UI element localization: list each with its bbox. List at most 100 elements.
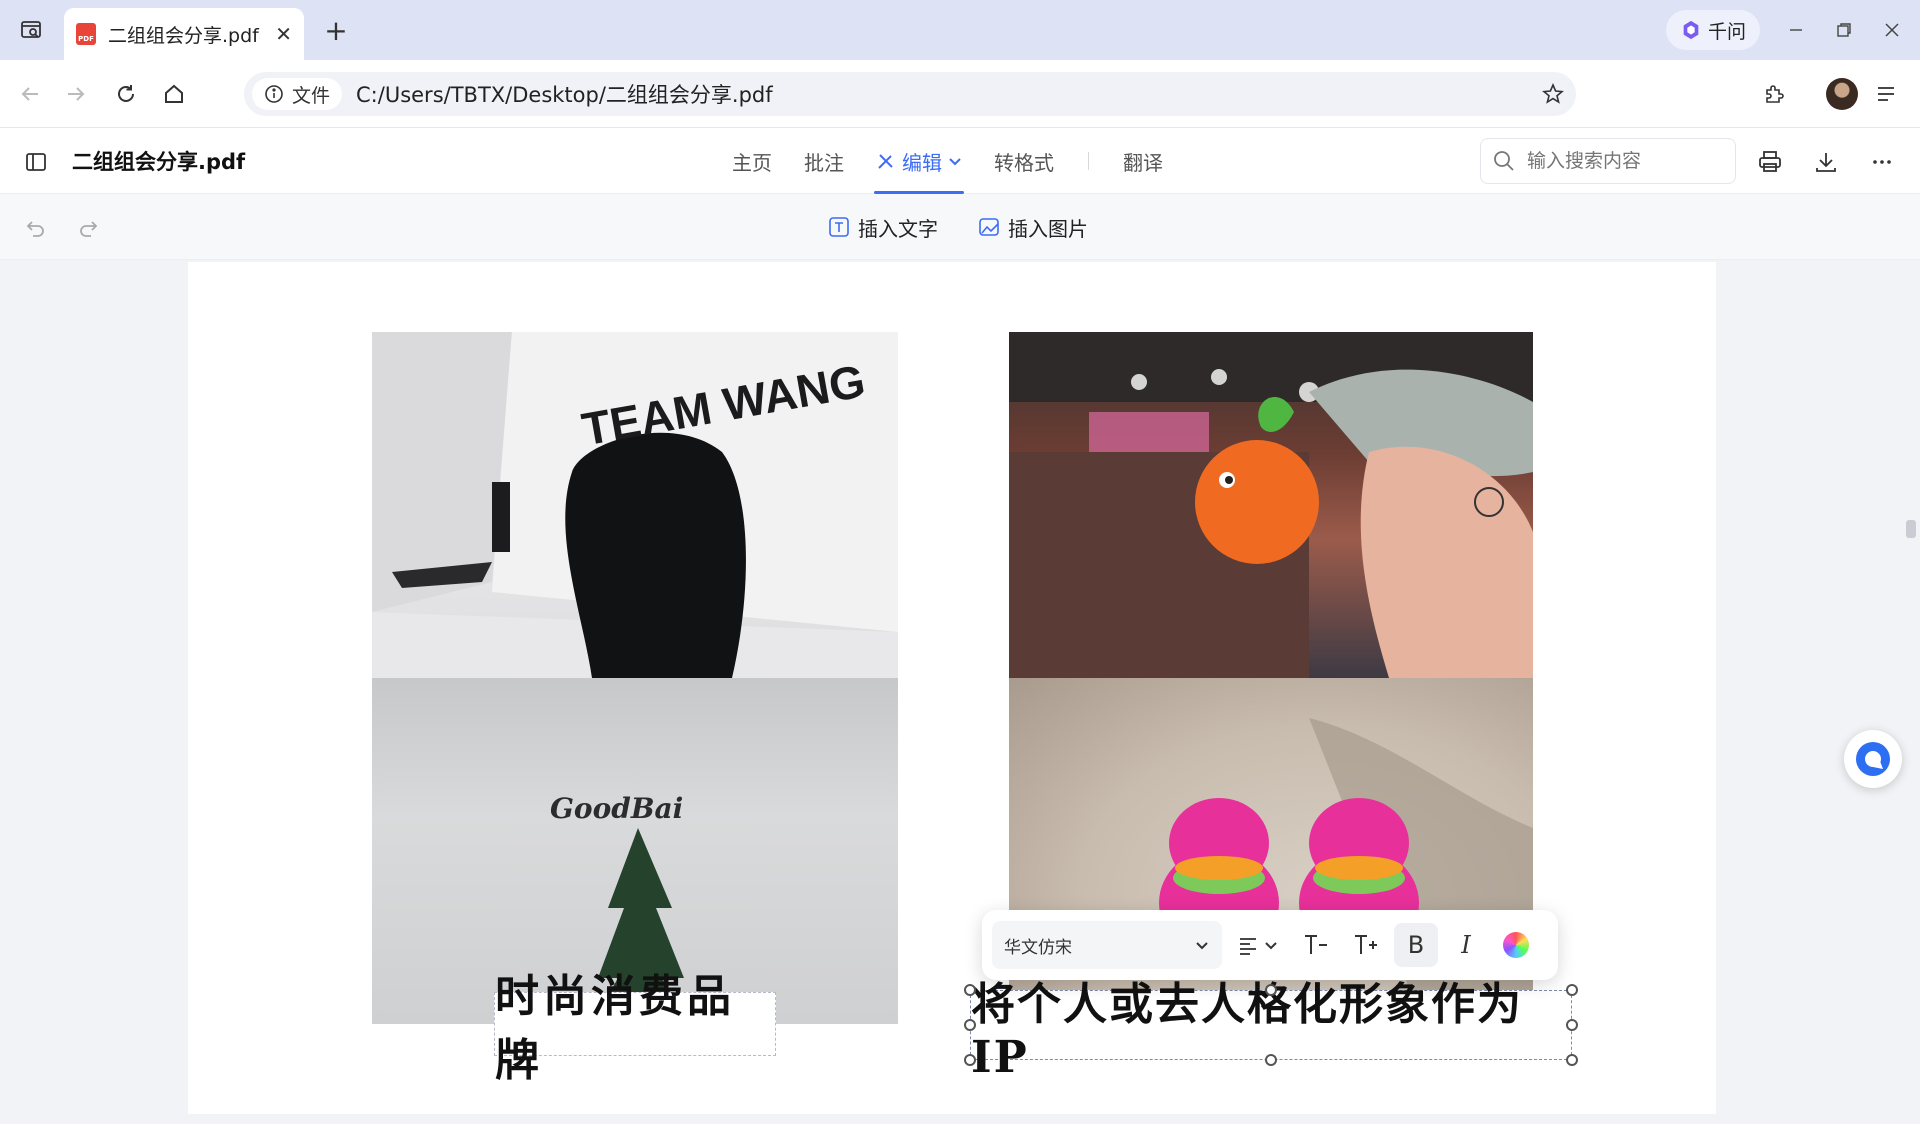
puzzle-icon [1766,85,1784,103]
minimize-icon [1790,29,1802,31]
tab-home-label: 主页 [732,150,772,175]
photo-team-wang[interactable]: TEAM WANG [372,332,898,678]
edit-subtoolbar: 插入文字 插入图片 [0,194,1920,260]
tab-convert-label: 转格式 [994,150,1054,175]
assistant-chat-icon [1856,742,1890,776]
url-text[interactable]: C:/Users/TBTX/Desktop/二组组会分享.pdf [356,79,1538,109]
info-icon [265,85,283,103]
resize-handle-top-right[interactable] [1566,984,1578,996]
more-dots-icon [1873,160,1891,164]
insert-text-button[interactable]: 插入文字 [828,210,938,244]
download-icon [1816,153,1836,172]
extensions-button[interactable] [1756,76,1792,112]
text-color-button[interactable] [1494,923,1538,967]
photo-concert-selfie[interactable] [1009,332,1533,678]
document-canvas[interactable]: TEAM WANG GoodBai 时尚消费品 将个人或去人格化形象作为IP 华… [0,260,1920,1124]
edit-tools-icon [878,154,893,169]
pdf-viewer-toolbar: 二组组会分享.pdf 主页 批注 编辑 转格式 翻译 [0,128,1920,194]
tab-search-icon [21,21,41,38]
tab-convert[interactable]: 转格式 [978,128,1070,194]
page-scrollbar-thumb[interactable] [1906,520,1916,538]
photo-concert-art [1009,332,1533,678]
download-button[interactable] [1808,144,1844,180]
resize-handle-bottom-left[interactable] [964,1054,976,1066]
qianwen-button[interactable]: 千问 [1666,10,1760,50]
resize-handle-bottom-right[interactable] [1566,1054,1578,1066]
active-tab[interactable]: PDF 二组组会分享.pdf ✕ [64,8,304,60]
printer-icon [1759,151,1781,172]
bold-button[interactable]: B [1394,923,1438,967]
sidebar-toggle-button[interactable] [18,144,54,180]
image-icon [979,218,999,236]
bookmark-button[interactable] [1538,79,1568,109]
profile-avatar[interactable] [1826,78,1858,110]
restore-icon [1837,23,1851,37]
minimize-button[interactable] [1780,14,1812,46]
resize-handle-right[interactable] [1566,1019,1578,1031]
text-box-ip-selected[interactable]: 将个人或去人格化形象作为IP [970,979,1572,1083]
text-align-dropdown[interactable] [1228,923,1288,967]
new-tab-button[interactable]: + [318,12,354,48]
more-options-button[interactable] [1864,144,1900,180]
undo-icon [26,221,44,237]
text-box-fashion-brand[interactable]: 时尚消费品牌 [494,971,776,1086]
font-size-decrease-icon [1305,935,1327,954]
reload-icon [118,85,134,102]
sidebar-icon [26,153,46,171]
decrease-font-size-button[interactable] [1294,923,1338,967]
align-left-icon [1240,938,1256,955]
redo-button[interactable] [72,212,104,244]
tab-search-button[interactable] [10,10,52,50]
browser-menu-button[interactable] [1868,76,1904,112]
italic-button[interactable]: I [1444,923,1488,967]
reload-button[interactable] [108,76,144,112]
ai-assistant-bubble[interactable] [1844,730,1902,788]
pdf-file-icon: PDF [76,23,96,45]
tab-annotate[interactable]: 批注 [788,128,860,194]
redo-icon [80,221,98,237]
tab-translate-label: 翻译 [1123,150,1163,175]
insert-image-button[interactable]: 插入图片 [978,210,1088,244]
resize-handle-left[interactable] [964,1019,976,1031]
photo-team-wang-art: TEAM WANG [372,332,898,678]
tab-edit-label: 编辑 [902,150,942,175]
home-button[interactable] [156,76,192,112]
arrow-right-icon [68,87,85,101]
close-window-icon [1885,23,1899,37]
tab-title: 二组组会分享.pdf [108,24,259,47]
chevron-down-icon [1265,942,1277,950]
site-info-chip[interactable]: 文件 [252,78,343,110]
close-tab-icon[interactable]: ✕ [275,22,292,46]
qianwen-logo-icon [1683,20,1699,40]
font-family-select[interactable]: 华文仿宋 [992,921,1222,969]
site-info-label: 文件 [292,84,331,107]
text-format-toolbar: 华文仿宋 B I [982,910,1558,980]
menu-divider [1088,152,1089,170]
tab-edit[interactable]: 编辑 [860,128,978,194]
omnibox[interactable]: 文件 C:/Users/TBTX/Desktop/二组组会分享.pdf [244,72,1576,116]
insert-image-label: 插入图片 [1008,216,1088,241]
tab-translate[interactable]: 翻译 [1107,128,1179,194]
search-icon [1494,151,1514,171]
forward-button[interactable] [58,76,94,112]
resize-handle-top-left[interactable] [964,984,976,996]
home-icon [165,84,183,103]
insert-text-label: 插入文字 [858,216,938,241]
resize-handle-top[interactable] [1265,984,1277,996]
text-box-icon [829,217,849,237]
tab-home[interactable]: 主页 [716,128,788,194]
search-input[interactable] [1527,150,1717,172]
resize-handle-bottom[interactable] [1265,1054,1277,1066]
document-search[interactable] [1480,138,1736,184]
print-button[interactable] [1752,144,1788,180]
restore-button[interactable] [1828,14,1860,46]
star-icon [1542,83,1564,104]
undo-button[interactable] [20,212,52,244]
arrow-left-icon [21,87,38,101]
font-size-increase-icon [1355,935,1377,954]
increase-font-size-button[interactable] [1344,923,1388,967]
qianwen-label: 千问 [1707,20,1746,43]
back-button[interactable] [12,76,48,112]
font-family-value: 华文仿宋 [1004,937,1072,958]
close-window-button[interactable] [1876,14,1908,46]
